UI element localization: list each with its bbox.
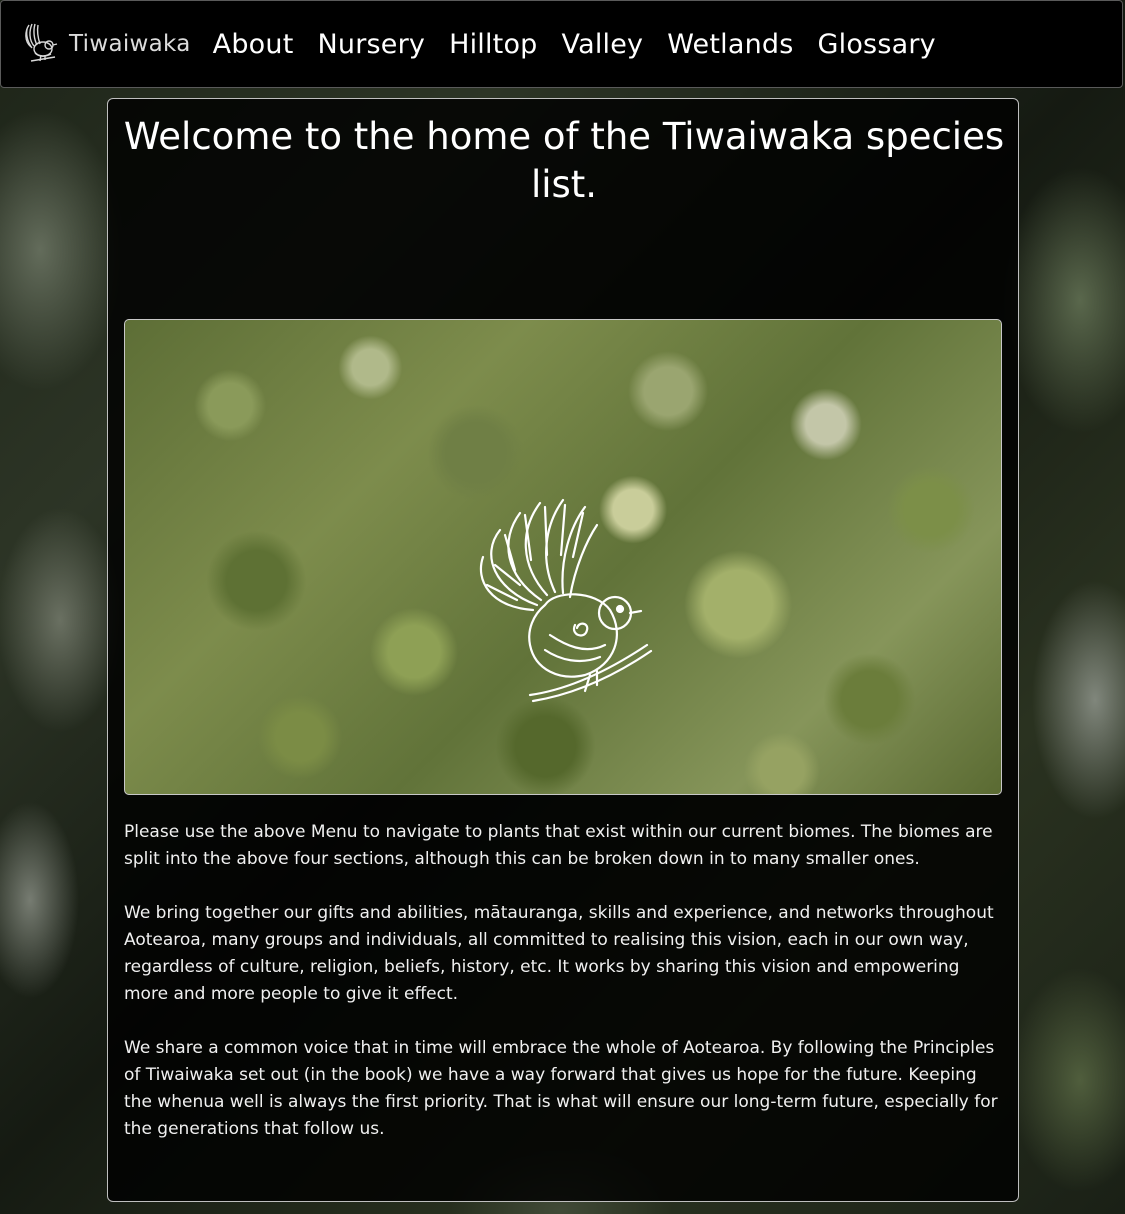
nav-link-nursery[interactable]: Nursery: [305, 29, 437, 60]
nav-link-hilltop[interactable]: Hilltop: [437, 29, 549, 60]
main-card: Welcome to the home of the Tiwaiwaka spe…: [107, 98, 1019, 1202]
intro-paragraph-3: We share a common voice that in time wil…: [124, 1038, 998, 1139]
fantail-bird-icon: [25, 23, 58, 62]
nav-link-glossary[interactable]: Glossary: [806, 29, 948, 60]
hero-image: [124, 319, 1002, 795]
brand-name[interactable]: Tiwaiwaka: [69, 31, 191, 57]
page-title: Welcome to the home of the Tiwaiwaka spe…: [123, 115, 1005, 206]
nav-link-about[interactable]: About: [201, 29, 306, 60]
brand-link[interactable]: Tiwaiwaka: [21, 21, 191, 67]
nav-menu: About Nursery Hilltop Valley Wetlands Gl…: [201, 29, 948, 60]
intro-paragraph-1: Please use the above Menu to navigate to…: [124, 822, 993, 869]
intro-paragraph-2: We bring together our gifts and abilitie…: [124, 903, 994, 1004]
nav-link-valley[interactable]: Valley: [550, 29, 656, 60]
top-navbar: Tiwaiwaka About Nursery Hilltop Valley W…: [0, 0, 1123, 88]
intro-text: Please use the above Menu to navigate to…: [124, 819, 1004, 1170]
nav-link-wetlands[interactable]: Wetlands: [655, 29, 805, 60]
fantail-bird-icon: [479, 498, 653, 703]
